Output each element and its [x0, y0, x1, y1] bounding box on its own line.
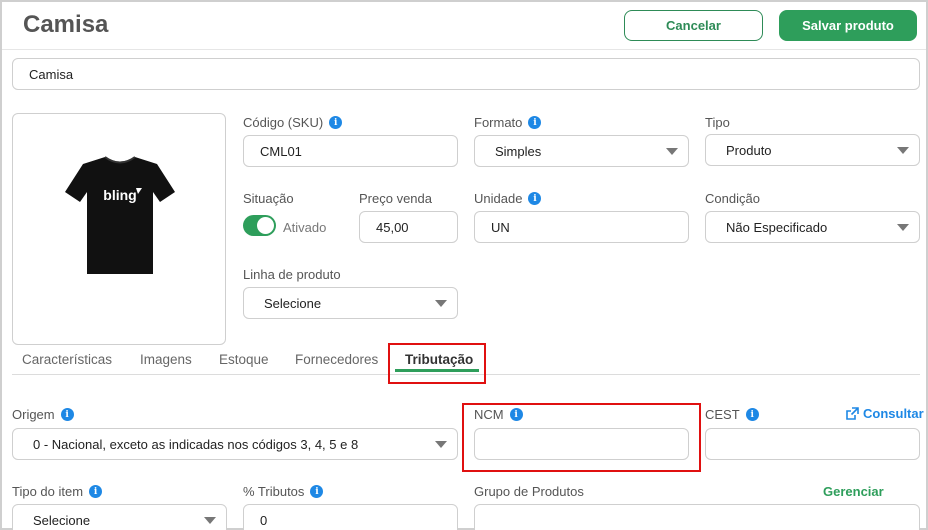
condicao-value: Não Especificado — [726, 219, 828, 235]
tributos-value: 0 — [260, 512, 268, 528]
situacao-label: Situação — [243, 191, 294, 206]
tipo-item-select[interactable]: Selecione — [12, 504, 227, 530]
toggle-knob — [257, 217, 274, 234]
tipo-value: Produto — [726, 142, 772, 158]
tipo-item-label: Tipo do item i — [12, 484, 103, 499]
chevron-down-icon — [204, 517, 216, 524]
tipo-label: Tipo — [705, 115, 730, 130]
page-title: Camisa — [23, 11, 109, 38]
cest-label: CEST i — [705, 407, 759, 422]
sku-value: CML01 — [260, 143, 302, 159]
formato-value: Simples — [495, 143, 542, 159]
situacao-state: Ativado — [283, 220, 327, 235]
preco-label: Preço venda — [359, 191, 432, 206]
origem-label: Origem i — [12, 407, 74, 422]
chevron-down-icon — [435, 441, 447, 448]
product-name-value: Camisa — [29, 66, 74, 82]
info-icon[interactable]: i — [528, 116, 542, 129]
linha-label: Linha de produto — [243, 267, 341, 282]
product-image-box[interactable]: bling — [12, 113, 226, 345]
cancel-button[interactable]: Cancelar — [624, 10, 763, 41]
external-link-icon — [846, 407, 859, 420]
chevron-down-icon — [666, 148, 678, 155]
situacao-toggle[interactable] — [243, 215, 276, 236]
sku-input[interactable]: CML01 — [243, 135, 458, 167]
tshirt-image: bling — [65, 156, 175, 274]
highlight-box-tab — [388, 343, 486, 384]
tab-caracteristicas[interactable]: Características — [22, 352, 112, 367]
origem-select[interactable]: 0 - Nacional, exceto as indicadas nos có… — [12, 428, 458, 460]
condicao-label: Condição — [705, 191, 760, 206]
sku-label: Código (SKU) i — [243, 115, 343, 130]
grupo-input[interactable] — [474, 504, 920, 530]
tab-estoque[interactable]: Estoque — [219, 352, 269, 367]
cest-input[interactable] — [705, 428, 920, 460]
info-icon[interactable]: i — [329, 116, 343, 129]
formato-label: Formato i — [474, 115, 542, 130]
consultar-link[interactable]: Consultar — [846, 406, 924, 421]
product-name-input[interactable]: Camisa — [12, 58, 920, 90]
info-icon[interactable]: i — [89, 485, 103, 498]
info-icon[interactable]: i — [528, 192, 542, 205]
unidade-value: UN — [491, 219, 510, 235]
chevron-down-icon — [897, 224, 909, 231]
tributos-input[interactable]: 0 — [243, 504, 458, 530]
tributos-label: % Tributos i — [243, 484, 324, 499]
tab-imagens[interactable]: Imagens — [140, 352, 192, 367]
condicao-select[interactable]: Não Especificado — [705, 211, 920, 243]
tipo-select[interactable]: Produto — [705, 134, 920, 166]
grupo-label: Grupo de Produtos — [474, 484, 584, 499]
highlight-box-ncm — [462, 403, 701, 472]
preco-input[interactable]: 45,00 — [359, 211, 458, 243]
tipo-item-value: Selecione — [33, 512, 91, 528]
chevron-down-icon — [435, 300, 447, 307]
unidade-input[interactable]: UN — [474, 211, 689, 243]
tab-fornecedores[interactable]: Fornecedores — [295, 352, 378, 367]
preco-value: 45,00 — [376, 219, 409, 235]
formato-select[interactable]: Simples — [474, 135, 689, 167]
unidade-label: Unidade i — [474, 191, 542, 206]
save-product-button[interactable]: Salvar produto — [779, 10, 917, 41]
bling-logo-text: bling — [103, 187, 136, 203]
info-icon[interactable]: i — [745, 408, 759, 421]
linha-select[interactable]: Selecione — [243, 287, 458, 319]
info-icon[interactable]: i — [310, 485, 324, 498]
info-icon[interactable]: i — [60, 408, 74, 421]
origem-value: 0 - Nacional, exceto as indicadas nos có… — [33, 436, 359, 452]
chevron-down-icon — [897, 147, 909, 154]
header-divider — [2, 49, 926, 50]
linha-value: Selecione — [264, 295, 322, 311]
